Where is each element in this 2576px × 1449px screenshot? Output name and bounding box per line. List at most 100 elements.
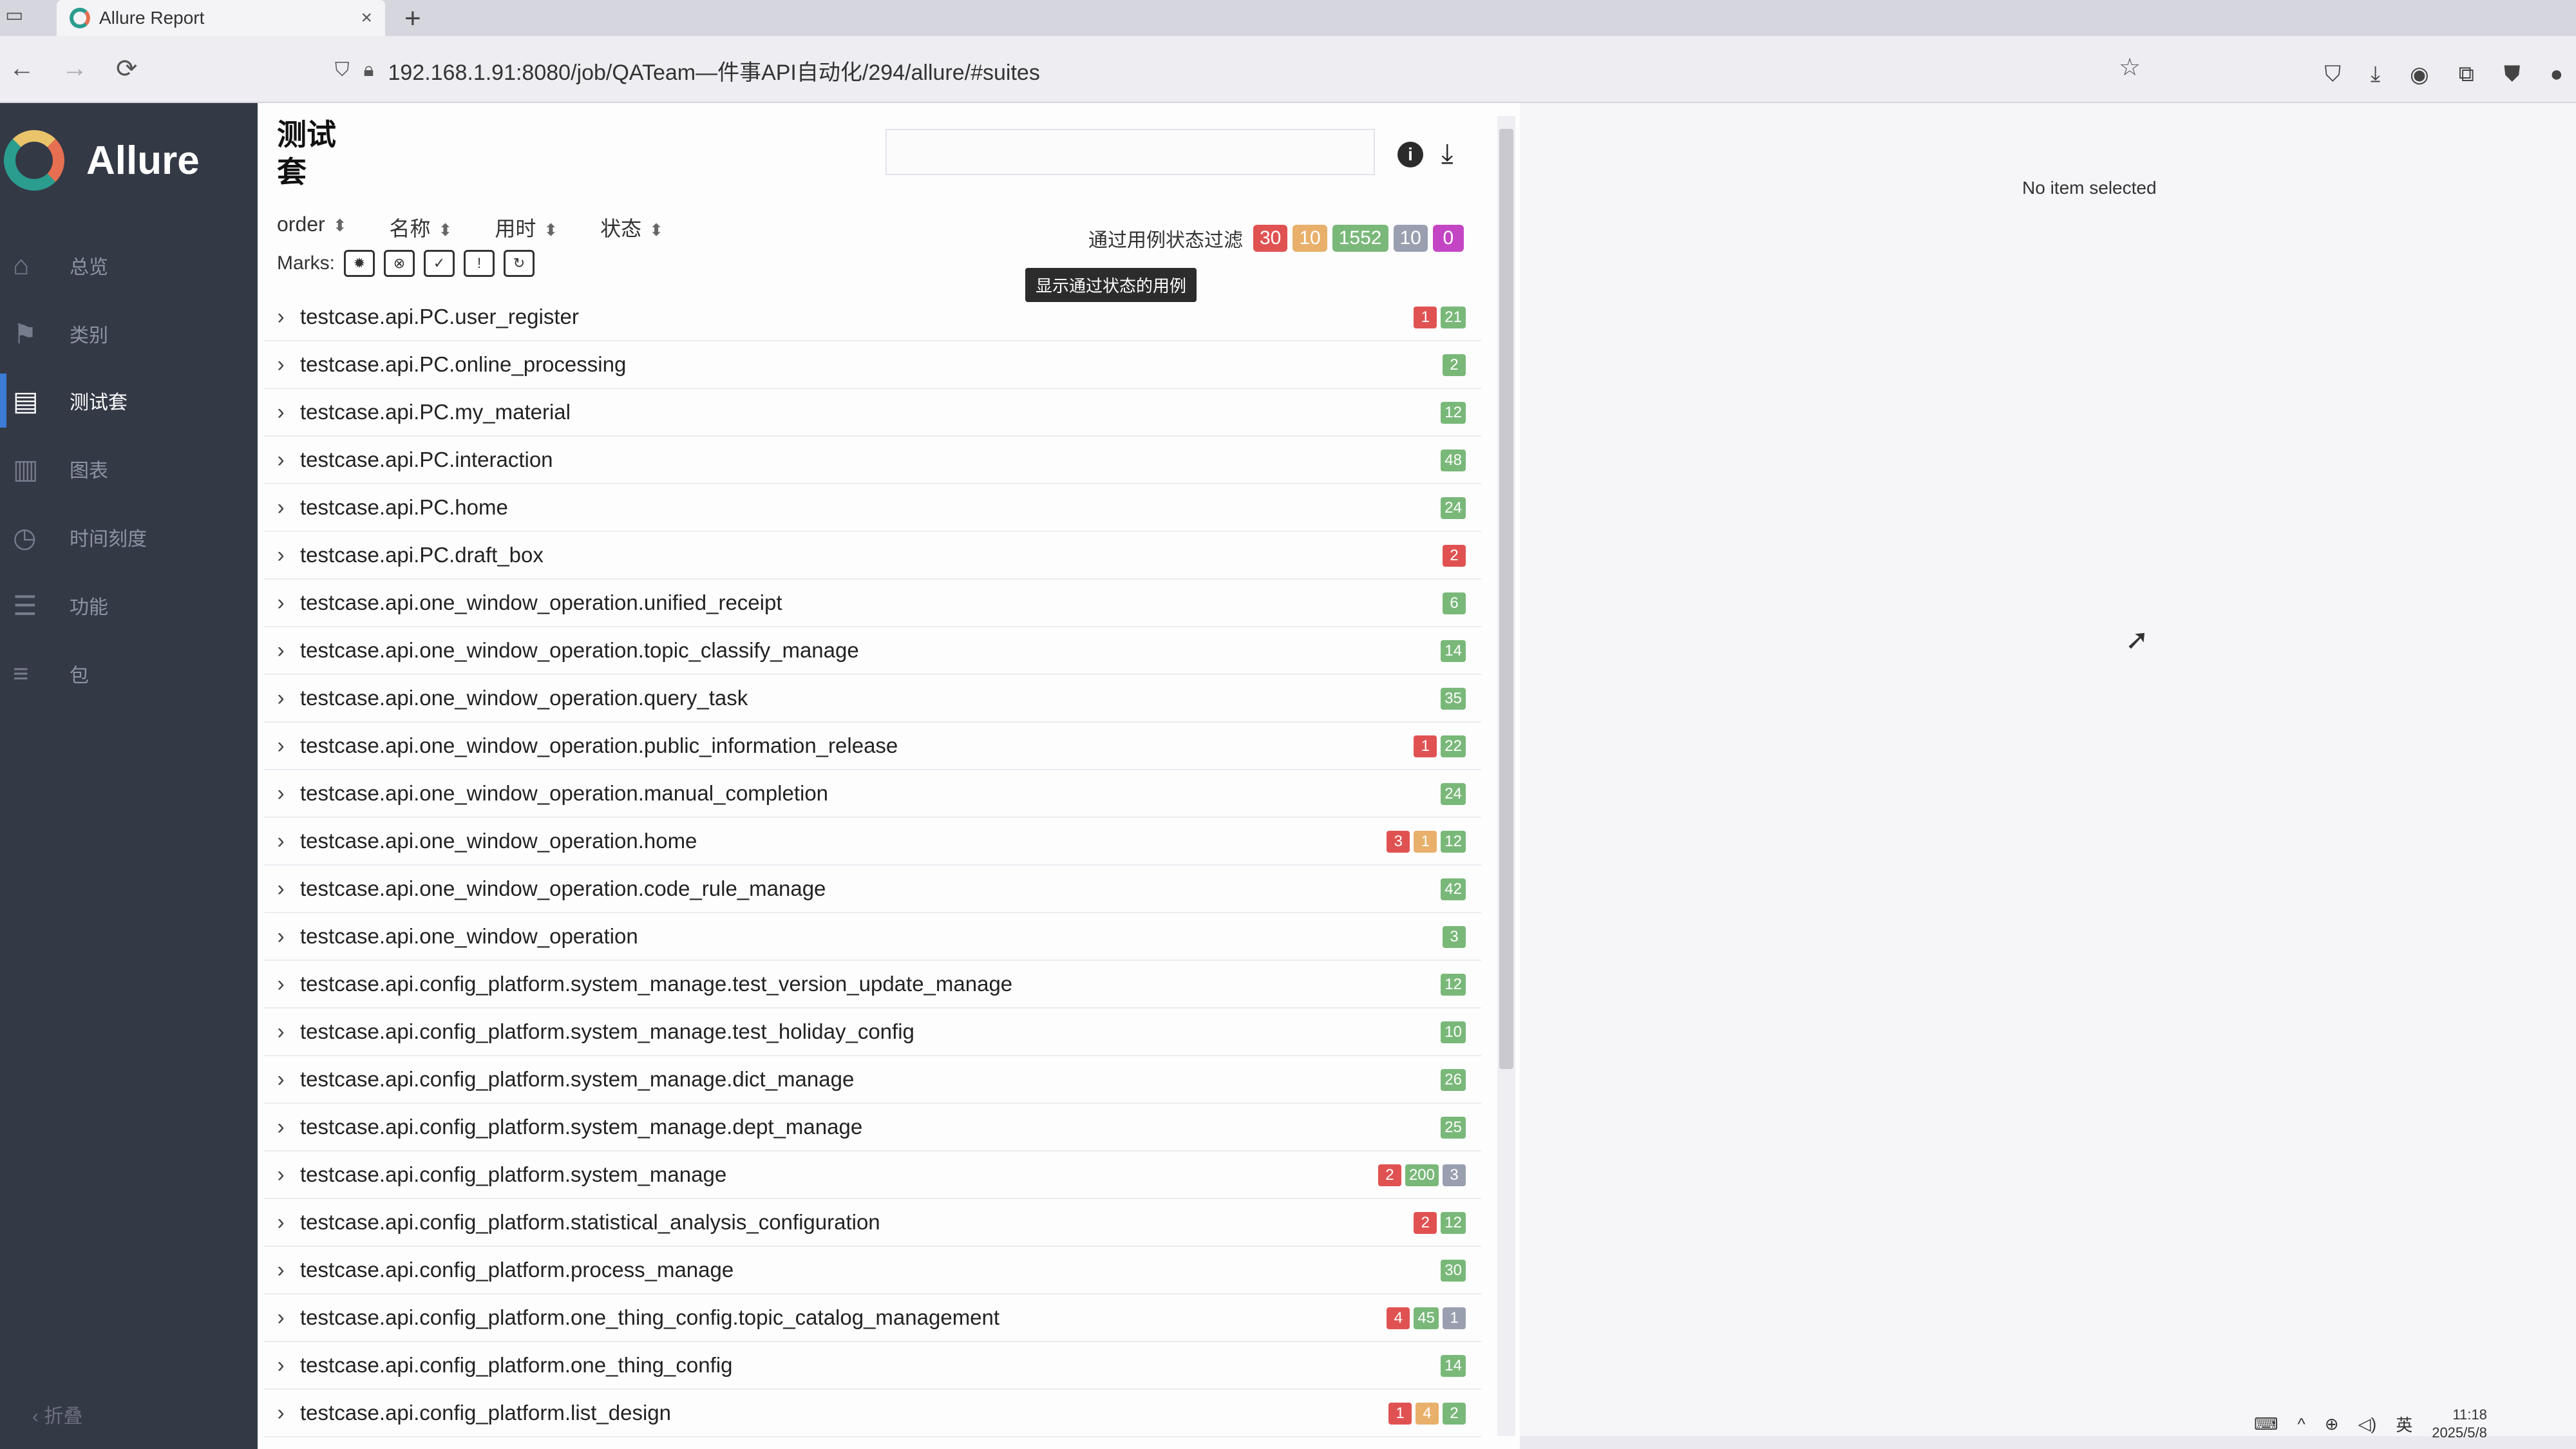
- chevron-right-icon[interactable]: ›: [268, 972, 294, 997]
- suite-row[interactable]: › testcase.api.config_platform.system_man…: [264, 1009, 1481, 1056]
- suite-row[interactable]: › testcase.api.PC.home 24: [264, 484, 1481, 532]
- sidebar-item-packages[interactable]: ≡ 包: [0, 647, 258, 701]
- suite-row[interactable]: › testcase.api.config_platform.system_man…: [264, 961, 1481, 1009]
- suite-row[interactable]: › testcase.api.config_platform.one_thing_…: [264, 1294, 1481, 1342]
- new-broken-mark-icon[interactable]: !: [464, 250, 495, 277]
- sidebar-item-behaviors[interactable]: ☰ 功能: [0, 578, 258, 632]
- suite-row[interactable]: › testcase.api.config_platform.one_thing_…: [264, 1342, 1481, 1390]
- suite-row[interactable]: › testcase.api.config_platform.system_man…: [264, 1104, 1481, 1151]
- chevron-right-icon[interactable]: ›: [268, 1115, 294, 1140]
- tab-close-icon[interactable]: ×: [361, 7, 372, 29]
- chevron-right-icon[interactable]: ›: [268, 352, 294, 377]
- allure-brand[interactable]: Allure: [0, 125, 200, 196]
- chevron-right-icon[interactable]: ›: [268, 1258, 294, 1283]
- chevron-right-icon[interactable]: ›: [268, 448, 294, 473]
- new-tab-button[interactable]: +: [404, 3, 421, 35]
- suite-row[interactable]: › testcase.api.PC.user_register 1 21: [264, 294, 1481, 341]
- back-icon[interactable]: ←: [9, 54, 35, 83]
- suite-row[interactable]: › testcase.api.PC.online_processing 2: [264, 341, 1481, 389]
- new-passed-mark-icon[interactable]: ✓: [424, 250, 455, 277]
- suite-row[interactable]: › testcase.api.PC.interaction 48: [264, 437, 1481, 484]
- suite-row[interactable]: › testcase.api.PC.draft_box 2: [264, 532, 1481, 580]
- suite-row[interactable]: › testcase.api.config_platform.list_desig…: [264, 1390, 1481, 1437]
- network-icon[interactable]: ⊕: [2325, 1414, 2339, 1434]
- suite-row[interactable]: › testcase.api.one_window_operation.home 3…: [264, 818, 1481, 866]
- suite-row[interactable]: › testcase.api.one_window_operation.manua…: [264, 770, 1481, 818]
- suite-row[interactable]: › testcase.api.PC.my_material 12: [264, 389, 1481, 437]
- chevron-right-icon[interactable]: ›: [268, 400, 294, 425]
- suite-row[interactable]: › testcase.api.one_window_operation.publi…: [264, 723, 1481, 770]
- suite-row[interactable]: › testcase.api.one_window_operation.unifi…: [264, 580, 1481, 627]
- collapse-sidebar-button[interactable]: ‹ 折叠: [32, 1400, 82, 1428]
- suite-row[interactable]: › testcase.api.config_platform.system_man…: [264, 1151, 1481, 1199]
- chevron-right-icon[interactable]: ›: [268, 1162, 294, 1188]
- chevron-right-icon[interactable]: ›: [268, 495, 294, 520]
- suite-row[interactable]: › testcase.api.one_window_operation 3: [264, 913, 1481, 961]
- sidebar-item-graphs[interactable]: ▥ 图表: [0, 442, 258, 496]
- chevron-right-icon[interactable]: ›: [268, 305, 294, 330]
- lock-icon[interactable]: 🔒︎: [364, 59, 374, 81]
- suite-row[interactable]: › testcase.api.one_window_operation.topic…: [264, 627, 1481, 675]
- keyboard-icon[interactable]: ⌨: [2254, 1414, 2278, 1434]
- new-failed-mark-icon[interactable]: ⊗: [384, 250, 415, 277]
- suites-scrollbar[interactable]: [1497, 116, 1515, 1436]
- suite-row[interactable]: ›testcase.api.config_platform.item_confi…: [264, 1437, 1481, 1449]
- shield-icon[interactable]: ⛉: [335, 59, 350, 81]
- suite-row[interactable]: › testcase.api.one_window_operation.code_…: [264, 866, 1481, 913]
- pocket-icon[interactable]: ⛉: [2324, 62, 2341, 88]
- address-bar[interactable]: ⛉ 🔒︎ 192.168.1.91:8080/job/QATeam—件事API自…: [335, 50, 2138, 90]
- flaky-mark-icon[interactable]: ✹: [344, 250, 375, 277]
- chevron-right-icon[interactable]: ›: [268, 1401, 294, 1426]
- tab-list-icon[interactable]: ▭: [5, 4, 23, 26]
- profile-icon[interactable]: ●: [2550, 62, 2563, 88]
- sidebar-item-overview[interactable]: ⌂ 总览: [0, 238, 258, 292]
- filter-failed-badge[interactable]: 30: [1253, 225, 1288, 252]
- chevron-right-icon[interactable]: ›: [268, 734, 294, 759]
- filter-broken-badge[interactable]: 10: [1293, 225, 1327, 252]
- forward-icon[interactable]: →: [62, 54, 88, 83]
- scrollbar-thumb[interactable]: [1499, 129, 1513, 1069]
- chevron-right-icon[interactable]: ›: [268, 876, 294, 902]
- chevron-right-icon[interactable]: ›: [268, 591, 294, 616]
- browser-tab[interactable]: Allure Report ×: [57, 0, 385, 36]
- ime-indicator[interactable]: 英: [2396, 1412, 2412, 1436]
- download-icon[interactable]: ⤓: [2371, 62, 2380, 88]
- download-csv-icon[interactable]: ⤓: [1441, 138, 1454, 169]
- search-input[interactable]: [886, 129, 1375, 175]
- chevron-right-icon[interactable]: ›: [268, 1353, 294, 1378]
- sort-status[interactable]: 状态 ⬍: [600, 213, 663, 242]
- chevron-right-icon[interactable]: ›: [268, 638, 294, 663]
- suite-row[interactable]: › testcase.api.config_platform.system_man…: [264, 1056, 1481, 1104]
- tray-chevron-icon[interactable]: ^: [2298, 1414, 2306, 1434]
- chevron-right-icon[interactable]: ›: [268, 1067, 294, 1092]
- sidebar-item-categories[interactable]: ⚑ 类别: [0, 307, 258, 361]
- reload-icon[interactable]: ⟳: [116, 54, 138, 84]
- chevron-right-icon[interactable]: ›: [268, 1305, 294, 1331]
- suite-row[interactable]: › testcase.api.config_platform.process_ma…: [264, 1247, 1481, 1294]
- sort-order[interactable]: order ⬍: [277, 213, 347, 242]
- extensions-icon[interactable]: ⧉: [2459, 62, 2474, 88]
- filter-skipped-badge[interactable]: 10: [1393, 225, 1428, 252]
- sort-duration[interactable]: 用时 ⬍: [495, 213, 558, 242]
- chevron-right-icon[interactable]: ›: [268, 924, 294, 949]
- filter-unknown-badge[interactable]: 0: [1432, 225, 1464, 252]
- volume-icon[interactable]: ◁): [2358, 1414, 2377, 1434]
- filter-passed-badge[interactable]: 1552: [1332, 225, 1388, 252]
- sidebar-item-timeline[interactable]: ◷ 时间刻度: [0, 510, 258, 564]
- info-icon[interactable]: i: [1397, 142, 1423, 167]
- addon-shield-icon[interactable]: ⛊: [2504, 62, 2521, 88]
- account-icon[interactable]: ◉: [2410, 62, 2429, 88]
- chevron-right-icon[interactable]: ›: [268, 829, 294, 854]
- chevron-right-icon[interactable]: ›: [268, 543, 294, 568]
- suite-row[interactable]: › testcase.api.config_platform.statistica…: [264, 1199, 1481, 1247]
- retries-mark-icon[interactable]: ↻: [504, 250, 535, 277]
- suite-row[interactable]: › testcase.api.one_window_operation.query…: [264, 675, 1481, 723]
- chevron-right-icon[interactable]: ›: [268, 686, 294, 711]
- sidebar-item-suites[interactable]: ▤ 测试套: [0, 374, 258, 428]
- sort-name[interactable]: 名称 ⬍: [390, 213, 453, 242]
- chevron-right-icon[interactable]: ›: [268, 1210, 294, 1235]
- chevron-right-icon[interactable]: ›: [268, 781, 294, 806]
- system-clock[interactable]: 11:18 2025/5/8: [2432, 1406, 2487, 1442]
- chevron-right-icon[interactable]: ›: [268, 1019, 294, 1045]
- bookmark-star-icon[interactable]: ☆: [2119, 53, 2141, 82]
